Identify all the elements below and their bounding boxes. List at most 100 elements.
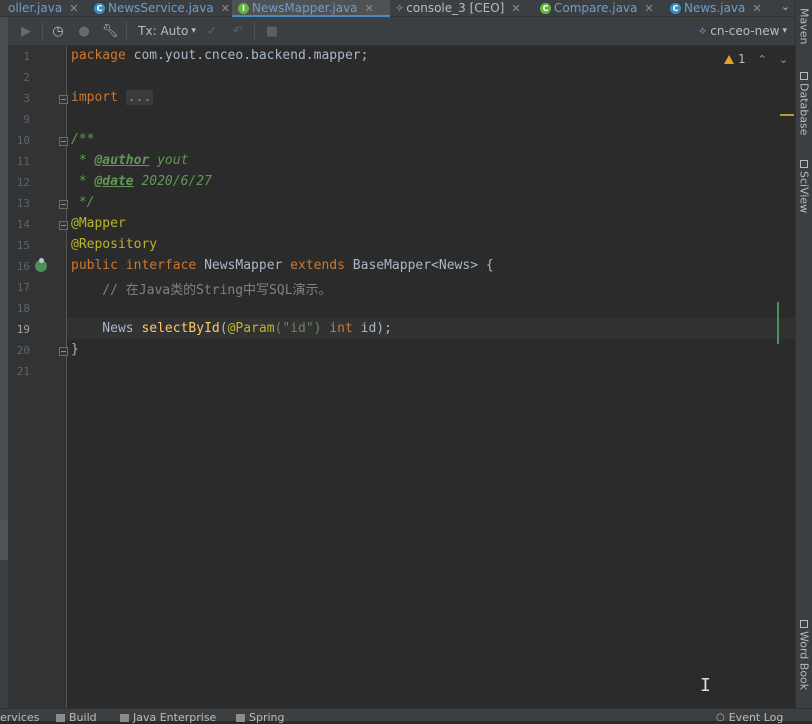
wordbook-tool-button[interactable]: Word Book bbox=[796, 620, 812, 690]
spring-tool-button[interactable]: Spring bbox=[236, 711, 285, 724]
transaction-mode-select[interactable]: Tx: Auto ▾ bbox=[136, 17, 198, 45]
doc-tag: @author bbox=[94, 153, 150, 168]
rollback-icon[interactable]: ↶ bbox=[228, 17, 248, 45]
fold-toggle-icon[interactable] bbox=[59, 200, 68, 209]
tab-controller[interactable]: oller.java ✕ bbox=[8, 0, 78, 16]
code-text: News bbox=[71, 321, 142, 336]
tab-label: NewsService.java bbox=[108, 1, 214, 15]
warning-stripe-marker[interactable] bbox=[780, 114, 794, 116]
keyword: int bbox=[321, 321, 353, 336]
doc-text: * bbox=[71, 174, 95, 189]
code-line-19: News selectById(@Param("id") int id); bbox=[71, 321, 392, 336]
code-line-12: * @date 2020/6/27 bbox=[71, 174, 212, 189]
tool-label: Java Enterprise bbox=[133, 711, 217, 724]
code-text: BaseMapper<News> { bbox=[344, 258, 494, 273]
wrench-icon[interactable]: 🔧︎ bbox=[100, 17, 120, 45]
close-icon[interactable]: ✕ bbox=[221, 2, 230, 15]
right-tool-strip: Maven Database SciView Word Book bbox=[795, 0, 812, 720]
code-editor[interactable]: 1 2 3 9 10 11 12 13 14 15 16 17 18 19 20… bbox=[8, 46, 796, 708]
keyword: extends bbox=[282, 258, 345, 273]
tool-label: Maven bbox=[797, 8, 811, 45]
tab-label: oller.java bbox=[8, 1, 63, 15]
java-enterprise-tool-button[interactable]: Java Enterprise bbox=[120, 711, 216, 724]
code-line-13: */ bbox=[71, 195, 95, 210]
chevron-down-icon[interactable]: ⌄ bbox=[781, 0, 790, 13]
chevron-up-icon[interactable]: ⌃ bbox=[758, 53, 767, 66]
close-icon[interactable]: ✕ bbox=[752, 2, 761, 15]
spring-leaf-icon bbox=[236, 713, 245, 722]
tab-news-service[interactable]: C NewsService.java ✕ bbox=[94, 0, 230, 16]
line-number: 10 bbox=[16, 134, 30, 147]
line-number: 15 bbox=[16, 239, 30, 252]
tab-label: Compare.java bbox=[554, 1, 638, 15]
folded-imports[interactable]: ... bbox=[125, 90, 154, 105]
line-number: 20 bbox=[16, 344, 30, 357]
tool-label: SciView bbox=[797, 171, 811, 214]
implementation-marker-icon[interactable] bbox=[35, 258, 47, 272]
fold-toggle-icon[interactable] bbox=[59, 95, 68, 104]
console-icon: ⟡ bbox=[396, 1, 404, 14]
line-number: 12 bbox=[16, 176, 30, 189]
class-icon: C bbox=[94, 2, 105, 14]
book-icon bbox=[800, 620, 808, 628]
code-line-3: import ... bbox=[71, 90, 154, 105]
line-number: 18 bbox=[16, 302, 30, 315]
event-log-tool-button[interactable]: ○ Event Log bbox=[716, 711, 783, 724]
run-icon[interactable]: ▶ bbox=[16, 17, 36, 45]
tab-label: News.java bbox=[684, 1, 746, 15]
line-number: 11 bbox=[16, 155, 30, 168]
class-icon: C bbox=[670, 2, 681, 14]
left-strip-segment bbox=[0, 560, 8, 720]
tool-label: Spring bbox=[249, 711, 285, 724]
tool-label: ervices bbox=[0, 711, 40, 724]
inspection-widget[interactable]: 1 ⌃ ⌄ bbox=[724, 52, 788, 66]
interface-icon: I bbox=[238, 2, 249, 14]
fold-toggle-icon[interactable] bbox=[59, 221, 68, 230]
chevron-down-icon: ▾ bbox=[191, 26, 196, 36]
database-tool-button[interactable]: Database bbox=[796, 72, 812, 136]
tab-news[interactable]: C News.java ✕ bbox=[670, 0, 762, 16]
tab-console[interactable]: ⟡ console_3 [CEO] ✕ bbox=[396, 0, 521, 16]
code-line-11: * @author yout bbox=[71, 153, 189, 168]
commit-check-icon[interactable]: ✓ bbox=[202, 17, 222, 45]
maven-tool-button[interactable]: Maven bbox=[796, 8, 812, 44]
java-enterprise-icon bbox=[120, 713, 129, 722]
services-tool-button[interactable]: ervices bbox=[0, 711, 39, 724]
tool-label: Word Book bbox=[797, 631, 811, 691]
database-icon bbox=[800, 72, 808, 80]
string-literal: ("id") bbox=[274, 321, 322, 336]
database-toolbar: ▶ ◷ ● 🔧︎ Tx: Auto ▾ ✓ ↶ ■ ⟡ cn-ceo-new ▾ bbox=[8, 17, 796, 46]
sciview-tool-button[interactable]: SciView bbox=[796, 160, 812, 213]
schema-select[interactable]: ⟡ cn-ceo-new ▾ bbox=[694, 17, 792, 45]
console-icon: ⟡ bbox=[698, 24, 707, 37]
doc-tag: @date bbox=[94, 174, 134, 189]
doc-text: * bbox=[71, 153, 95, 168]
schema-label: cn-ceo-new bbox=[710, 24, 780, 38]
tab-news-mapper[interactable]: I NewsMapper.java ✕ bbox=[232, 0, 390, 17]
annotation: @Param bbox=[227, 321, 275, 336]
close-icon[interactable]: ✕ bbox=[69, 2, 78, 15]
fold-toggle-icon[interactable] bbox=[59, 137, 68, 146]
tab-compare[interactable]: C Compare.java ✕ bbox=[540, 0, 654, 16]
line-number: 17 bbox=[16, 281, 30, 294]
close-icon[interactable]: ✕ bbox=[644, 2, 653, 15]
line-number: 1 bbox=[23, 50, 30, 63]
code-line-14: @Mapper bbox=[71, 216, 126, 231]
line-number: 14 bbox=[16, 218, 30, 231]
code-line-1: package com.yout.cnceo.backend.mapper; bbox=[71, 48, 368, 63]
close-icon[interactable]: ✕ bbox=[365, 2, 374, 15]
class-icon: C bbox=[540, 2, 551, 14]
chevron-down-icon[interactable]: ⌄ bbox=[779, 53, 788, 66]
code-line-16: public interface NewsMapper extends Base… bbox=[71, 258, 494, 273]
close-icon[interactable]: ✕ bbox=[511, 2, 520, 15]
history-icon[interactable]: ◷ bbox=[48, 17, 68, 45]
doc-text: 2020/6/27 bbox=[133, 174, 212, 189]
build-tool-button[interactable]: Build bbox=[56, 711, 97, 724]
keyword: import bbox=[71, 90, 118, 105]
stop-circle-icon[interactable]: ● bbox=[74, 17, 94, 45]
toolbar-divider bbox=[126, 22, 127, 40]
fold-toggle-icon[interactable] bbox=[59, 347, 68, 356]
tool-label: Event Log bbox=[728, 711, 784, 724]
stop-icon[interactable]: ■ bbox=[262, 17, 282, 45]
code-line-17: // 在Java类的String中写SQL演示。 bbox=[71, 283, 332, 298]
